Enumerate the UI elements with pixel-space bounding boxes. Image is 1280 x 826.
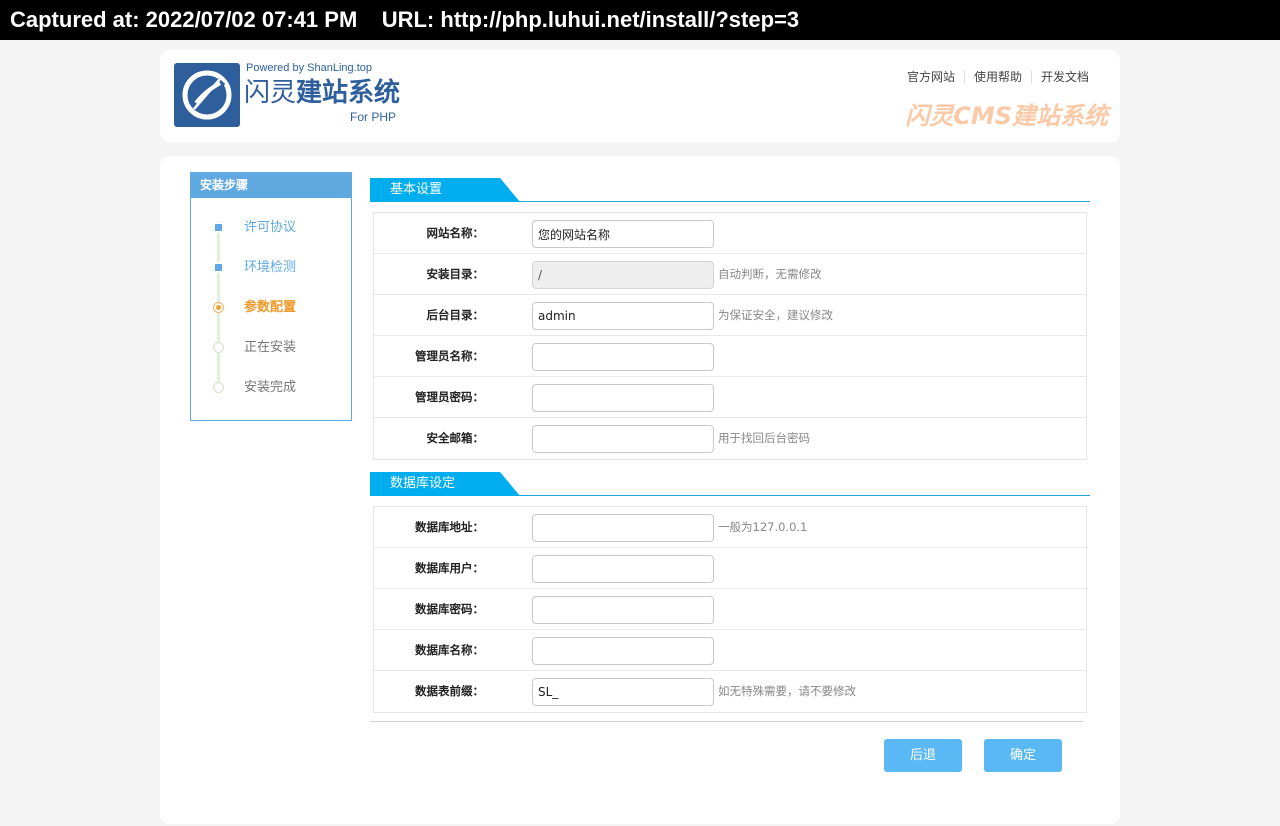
field-hint: 用于找回后台密码 <box>718 431 810 445</box>
field-label: 数据库地址： <box>415 520 484 534</box>
admin-password-input[interactable] <box>532 384 714 412</box>
step-license: 许可协议 <box>191 218 351 238</box>
install-panel: 安装步骤 许可协议 环境检测 参数配置 正在安装 安装完成 基本设置 网站名称： <box>160 156 1120 824</box>
step-done-icon <box>213 222 224 233</box>
section-database-settings: 数据库设定 <box>370 472 1090 496</box>
form-row-security-email: 安全邮箱： 用于找回后台密码 <box>374 418 1086 459</box>
step-done-icon <box>213 262 224 273</box>
field-label: 数据表前缀： <box>415 684 484 698</box>
step-config: 参数配置 <box>191 298 351 318</box>
capture-banner: Captured at: 2022/07/02 07:41 PM URL: ht… <box>0 0 1280 40</box>
field-hint: 自动判断，无需修改 <box>718 267 822 281</box>
form-divider <box>370 721 1083 722</box>
form-row-admin-password: 管理员密码： <box>374 377 1086 418</box>
brand-slogan: 闪灵CMS建站系统 <box>905 102 1108 130</box>
field-hint: 为保证安全，建议修改 <box>718 308 833 322</box>
security-email-input[interactable] <box>532 425 714 453</box>
step-label: 正在安装 <box>244 340 297 355</box>
table-prefix-input[interactable] <box>532 678 714 706</box>
db-user-input[interactable] <box>532 555 714 583</box>
db-password-input[interactable] <box>532 596 714 624</box>
db-host-input[interactable] <box>532 514 714 542</box>
field-hint: 如无特殊需要，请不要修改 <box>718 684 856 698</box>
link-official-site[interactable]: 官方网站 <box>898 70 964 84</box>
logo-title: 闪灵建站系统 <box>244 76 400 110</box>
step-env-check: 环境检测 <box>191 258 351 278</box>
field-label: 数据库密码： <box>415 602 484 616</box>
step-label: 参数配置 <box>244 300 297 315</box>
logo-title-light: 闪灵 <box>244 78 297 108</box>
powered-by-text: Powered by ShanLing.top <box>246 62 372 74</box>
form-row-admin-name: 管理员名称： <box>374 336 1086 377</box>
field-label: 安全邮箱： <box>426 431 485 445</box>
top-links: 官方网站 使用帮助 开发文档 <box>898 70 1098 84</box>
form-row-install-dir: 安装目录： 自动判断，无需修改 <box>374 254 1086 295</box>
form-row-site-name: 网站名称： <box>374 213 1086 254</box>
install-steps: 安装步骤 许可协议 环境检测 参数配置 正在安装 安装完成 <box>190 172 352 421</box>
basic-settings-form: 网站名称： 安装目录： 自动判断，无需修改 后台目录： 为保证安全，建议修改 管… <box>373 212 1087 460</box>
step-installing: 正在安装 <box>191 338 351 358</box>
field-label: 后台目录： <box>426 308 485 322</box>
step-label: 许可协议 <box>244 220 297 235</box>
form-row-db-user: 数据库用户： <box>374 548 1086 589</box>
db-name-input[interactable] <box>532 637 714 665</box>
admin-name-input[interactable] <box>532 343 714 371</box>
step-complete: 安装完成 <box>191 378 351 398</box>
field-hint: 一般为127.0.0.1 <box>718 520 808 534</box>
field-label: 安装目录： <box>426 267 485 281</box>
field-label: 管理员名称： <box>415 349 484 363</box>
field-label: 数据库名称： <box>415 643 484 657</box>
field-label: 管理员密码： <box>415 390 484 404</box>
section-basic-settings: 基本设置 <box>370 178 1090 202</box>
site-name-input[interactable] <box>532 220 714 248</box>
site-header: Powered by ShanLing.top 闪灵建站系统 For PHP 官… <box>160 50 1120 142</box>
field-label: 网站名称： <box>426 226 485 240</box>
step-pending-icon <box>213 382 224 393</box>
form-row-db-name: 数据库名称： <box>374 630 1086 671</box>
step-current-icon <box>213 302 224 313</box>
logo-subtitle: For PHP <box>350 110 397 124</box>
form-row-table-prefix: 数据表前缀： 如无特殊需要，请不要修改 <box>374 671 1086 712</box>
section-title: 数据库设定 <box>370 472 520 496</box>
link-help[interactable]: 使用帮助 <box>963 70 1031 84</box>
steps-title: 安装步骤 <box>191 173 351 198</box>
form-row-admin-dir: 后台目录： 为保证安全，建议修改 <box>374 295 1086 336</box>
step-label: 环境检测 <box>244 260 297 275</box>
step-pending-icon <box>213 342 224 353</box>
step-label: 安装完成 <box>244 380 297 395</box>
shanling-logo-icon <box>174 63 240 127</box>
form-row-db-password: 数据库密码： <box>374 589 1086 630</box>
confirm-button[interactable]: 确定 <box>984 739 1062 772</box>
logo-title-bold: 建站系统 <box>296 78 401 108</box>
install-dir-input <box>532 261 714 289</box>
database-settings-form: 数据库地址： 一般为127.0.0.1 数据库用户： 数据库密码： 数据库名称：… <box>373 506 1087 713</box>
form-row-db-host: 数据库地址： 一般为127.0.0.1 <box>374 507 1086 548</box>
field-label: 数据库用户： <box>415 561 484 575</box>
link-dev-docs[interactable]: 开发文档 <box>1030 70 1098 84</box>
back-button[interactable]: 后退 <box>884 739 962 772</box>
section-title: 基本设置 <box>370 178 520 202</box>
admin-dir-input[interactable] <box>532 302 714 330</box>
